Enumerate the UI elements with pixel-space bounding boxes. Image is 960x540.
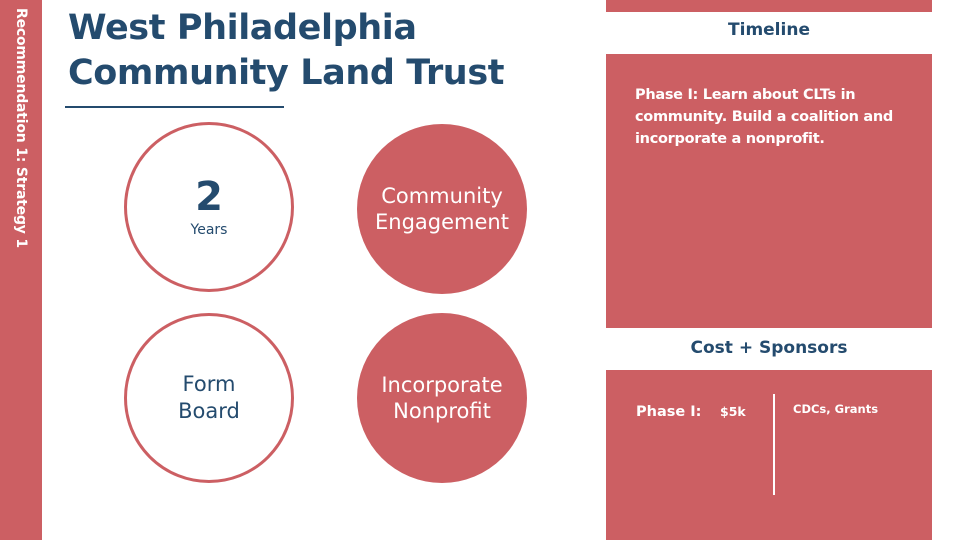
cost-sponsors: CDCs, Grants bbox=[793, 402, 879, 416]
cost-phase-label: Phase I: bbox=[636, 404, 702, 420]
page-title-line-1: West Philadelphia bbox=[68, 8, 417, 48]
cost-heading: Cost + Sponsors bbox=[690, 338, 848, 358]
side-bar: Recommendation 1: Strategy 1 bbox=[0, 0, 42, 540]
cost-amount: $5k bbox=[720, 404, 746, 419]
duration-circle: 2 Years bbox=[124, 122, 294, 292]
board-label-line-2: Board bbox=[178, 399, 240, 423]
nonprofit-label-line-1: Incorporate bbox=[381, 373, 503, 397]
cost-divider bbox=[773, 394, 775, 495]
engagement-label-line-2: Engagement bbox=[375, 210, 509, 234]
engagement-label-line-1: Community bbox=[381, 184, 503, 208]
page-title: West Philadelphia Community Land Trust bbox=[68, 6, 588, 96]
timeline-heading: Timeline bbox=[728, 20, 810, 40]
duration-unit: Years bbox=[190, 222, 228, 238]
title-underline bbox=[65, 106, 284, 108]
engagement-circle: Community Engagement bbox=[357, 124, 527, 294]
timeline-panel: Phase I: Learn about CLTs in community. … bbox=[606, 54, 932, 328]
top-accent-strip bbox=[606, 0, 932, 12]
side-label: Recommendation 1: Strategy 1 bbox=[13, 8, 29, 248]
board-circle: Form Board bbox=[124, 313, 294, 483]
timeline-text: Phase I: Learn about CLTs in community. … bbox=[635, 87, 893, 147]
nonprofit-circle: Incorporate Nonprofit bbox=[357, 313, 527, 483]
page-title-line-2: Community Land Trust bbox=[68, 53, 505, 93]
nonprofit-label-line-2: Nonprofit bbox=[393, 399, 491, 423]
cost-panel: Phase I: $5k CDCs, Grants bbox=[606, 370, 932, 540]
duration-number: 2 bbox=[195, 174, 223, 220]
board-label-line-1: Form bbox=[182, 372, 236, 396]
